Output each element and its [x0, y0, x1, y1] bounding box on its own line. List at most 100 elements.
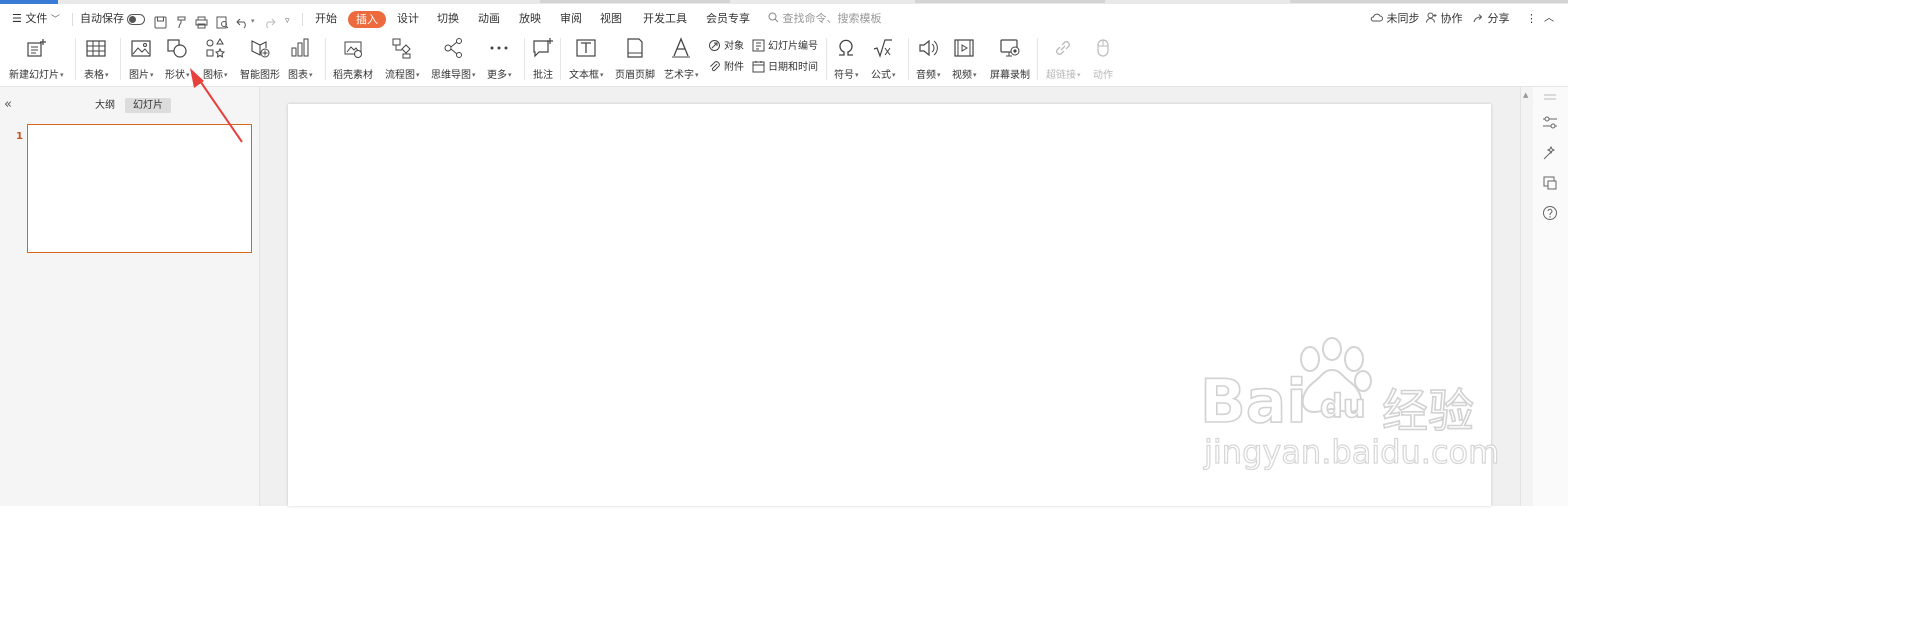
tab-review[interactable]: 审阅: [560, 11, 582, 27]
share-button[interactable]: 分享: [1473, 11, 1510, 27]
collapse-panel-icon[interactable]: «: [4, 97, 12, 112]
print-icon[interactable]: [195, 16, 208, 29]
link-icon: [1056, 41, 1071, 55]
table-icon: [86, 40, 106, 57]
header-footer-button[interactable]: 页眉页脚: [615, 37, 655, 81]
window-top-strip: [0, 0, 1568, 4]
divider: [325, 38, 326, 80]
scroll-up-icon[interactable]: ▲: [1523, 91, 1528, 99]
material-library-icon: [344, 41, 362, 58]
tab-design[interactable]: 设计: [397, 11, 419, 27]
watermark-brand: Bai: [1199, 366, 1307, 438]
tab-developer[interactable]: 开发工具: [643, 11, 687, 27]
audio-button[interactable]: 音频▾: [916, 37, 941, 81]
chart-button[interactable]: 图表▾: [288, 37, 313, 81]
share-label: 分享: [1487, 12, 1510, 25]
customize-toolbar-icon[interactable]: ▿: [285, 16, 290, 26]
search-icon: [768, 12, 779, 23]
table-button[interactable]: 表格▾: [84, 37, 109, 81]
object-button[interactable]: 对象: [708, 39, 744, 55]
new-slide-icon: [27, 39, 47, 57]
flowchart-label: 流程图: [385, 70, 415, 81]
date-time-button[interactable]: 日期和时间: [752, 60, 818, 76]
more-options-icon[interactable]: ⋮: [1526, 11, 1537, 27]
video-label: 视频: [952, 70, 972, 81]
tab-animation[interactable]: 动画: [478, 11, 500, 27]
tab-home[interactable]: 开始: [315, 11, 337, 27]
tab-insert[interactable]: 插入: [348, 11, 386, 28]
slide-thumbnail-number: 1: [16, 131, 23, 142]
symbol-button[interactable]: 符号▾: [834, 37, 859, 81]
tab-view[interactable]: 视图: [600, 11, 622, 27]
autosave-toggle[interactable]: 自动保存: [80, 11, 145, 27]
print-preview-icon[interactable]: [216, 16, 229, 29]
watermark-du: du: [1319, 386, 1366, 426]
ellipsis-icon: [490, 46, 508, 50]
flowchart-button[interactable]: 流程图▾: [385, 37, 420, 81]
picture-icon: [131, 40, 151, 57]
paperclip-icon: [710, 61, 720, 72]
save-icon[interactable]: [154, 16, 167, 29]
chart-label: 图表: [288, 70, 308, 81]
new-slide-button[interactable]: 新建幻灯片▾: [9, 37, 64, 81]
formula-label: 公式: [871, 70, 891, 81]
undo-dropdown-icon[interactable]: ▾: [251, 17, 255, 25]
screen-record-button[interactable]: 屏幕录制: [990, 37, 1030, 81]
hyperlink-label: 超链接: [1046, 70, 1076, 81]
collaborate-button[interactable]: 协作: [1426, 11, 1463, 27]
more-button[interactable]: 更多▾: [487, 37, 512, 81]
tab-slideshow[interactable]: 放映: [519, 11, 541, 27]
divider: [72, 13, 73, 26]
header-footer-label: 页眉页脚: [615, 70, 655, 81]
more-label: 更多: [487, 70, 507, 81]
wordart-button[interactable]: 艺术字▾: [664, 37, 699, 81]
sync-label: 未同步: [1386, 12, 1420, 25]
picture-button[interactable]: 图片▾: [129, 37, 154, 81]
video-button[interactable]: 视频▾: [952, 37, 977, 81]
magic-wand-icon[interactable]: [1542, 145, 1558, 161]
screen-record-icon: [1000, 39, 1020, 57]
right-sidebar: [1533, 87, 1568, 506]
help-icon[interactable]: [1542, 205, 1558, 221]
action-button: 动作: [1092, 37, 1114, 81]
redo-icon[interactable]: [263, 16, 276, 29]
comment-button[interactable]: 批注: [532, 37, 554, 81]
attachment-button[interactable]: 附件: [708, 60, 744, 76]
tab-member[interactable]: 会员专享: [706, 11, 750, 27]
daoke-material-button[interactable]: 稻壳素材: [333, 37, 373, 81]
vertical-scrollbar[interactable]: ▲: [1520, 87, 1533, 506]
file-menu-label: 文件: [25, 12, 48, 25]
command-search[interactable]: 查找命令、搜索模板: [768, 11, 882, 27]
file-menu[interactable]: ☰ 文件 ﹀: [12, 11, 60, 27]
textbox-button[interactable]: 文本框▾: [569, 37, 604, 81]
mindmap-label: 思维导图: [431, 70, 471, 81]
active-window-indicator: [0, 0, 58, 4]
sync-status[interactable]: 未同步: [1370, 11, 1420, 27]
mindmap-button[interactable]: 思维导图▾: [431, 37, 476, 81]
wordart-icon: [672, 37, 691, 58]
slide-number-button[interactable]: 幻灯片编号: [752, 39, 818, 55]
collapse-ribbon-icon[interactable]: ︿: [1544, 11, 1554, 27]
icons-gallery-icon: [206, 38, 226, 58]
transform-icon[interactable]: [1542, 175, 1558, 191]
format-painter-icon[interactable]: [175, 16, 188, 29]
formula-button[interactable]: 公式▾: [871, 37, 896, 81]
tab-slides[interactable]: 幻灯片: [125, 98, 171, 113]
settings-sliders-icon[interactable]: [1542, 116, 1558, 130]
table-label: 表格: [84, 70, 104, 81]
annotation-arrow-icon: [190, 68, 243, 143]
baidu-watermark: Bai du 经验 jingyan.baidu.com: [1190, 335, 1500, 495]
formula-icon: [874, 39, 893, 58]
divider: [908, 38, 909, 80]
drag-handle-icon[interactable]: [1542, 93, 1558, 101]
search-placeholder: 查找命令、搜索模板: [782, 12, 882, 25]
smart-graphic-icon: [251, 40, 270, 58]
watermark-url: jingyan.baidu.com: [1203, 432, 1500, 471]
divider: [826, 38, 827, 80]
tab-transition[interactable]: 切换: [437, 11, 459, 27]
undo-icon[interactable]: [236, 16, 249, 29]
header-footer-icon: [627, 38, 643, 58]
calendar-icon: [752, 61, 765, 73]
tab-outline[interactable]: 大纲: [87, 98, 123, 113]
autosave-label: 自动保存: [80, 12, 124, 25]
